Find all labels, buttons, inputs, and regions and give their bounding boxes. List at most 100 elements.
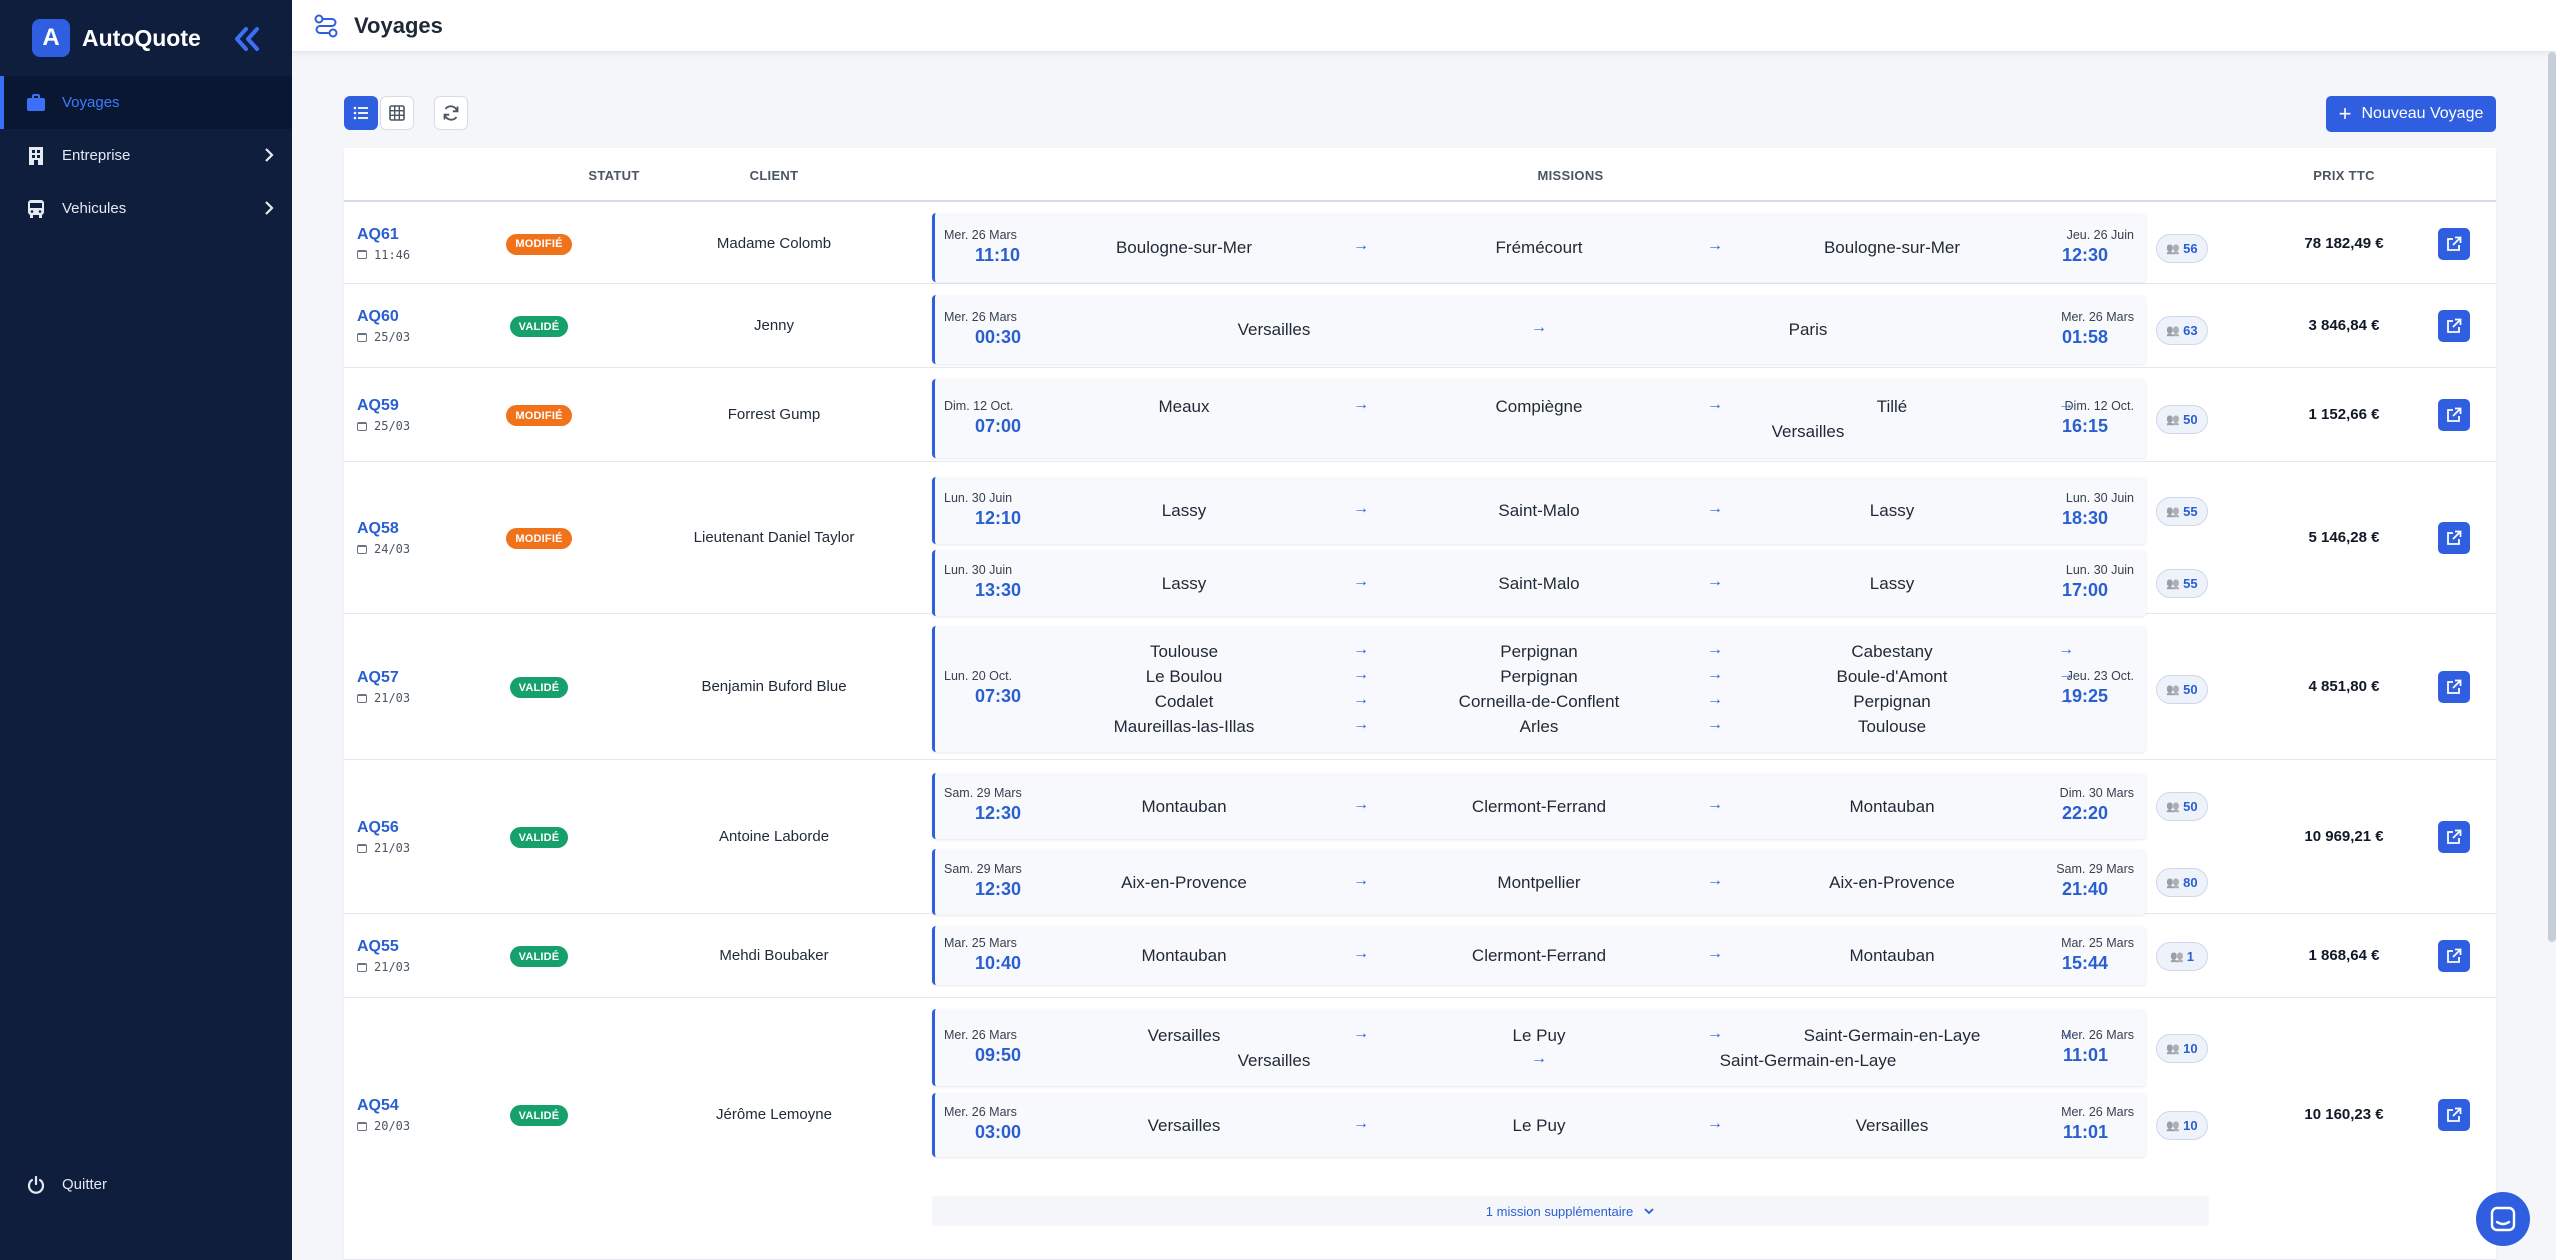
building-icon xyxy=(26,146,46,166)
price-ttc: 3 846,84 € xyxy=(2308,317,2380,334)
app-name: AutoQuote xyxy=(82,24,201,51)
open-voyage-button[interactable] xyxy=(2438,821,2470,853)
voyage-id-link[interactable]: AQ56 xyxy=(357,819,399,837)
mission-card[interactable]: Dim. 12 Oct. 07:00 Dim. 12 Oct. 16:15 Meaux →… xyxy=(932,379,2146,458)
open-voyage-button[interactable] xyxy=(2438,399,2470,431)
mission-city: Codalet xyxy=(1154,692,1214,711)
list-view-button[interactable] xyxy=(344,96,378,130)
mission-start-time: 07:00 xyxy=(975,415,1022,436)
external-link-icon xyxy=(2447,829,2462,844)
mission-end-time: 18:30 xyxy=(2061,507,2108,528)
mission-start-date: Mer. 26 Mars xyxy=(944,309,1017,324)
price-ttc: 10 160,23 € xyxy=(2304,1106,2384,1123)
voyage-created-value: 21/03 xyxy=(374,841,411,855)
open-voyage-button[interactable] xyxy=(2438,940,2470,972)
column-header-prix[interactable]: PRIX TTC xyxy=(2214,148,2474,202)
refresh-button[interactable] xyxy=(434,96,468,130)
mission-card[interactable]: Sam. 29 Mars 12:30 Dim. 30 Mars 22:20 Montau… xyxy=(932,773,2146,839)
passenger-count-value: 1 xyxy=(2186,948,2194,964)
open-voyage-button[interactable] xyxy=(2438,1099,2470,1131)
mission-card[interactable]: Mer. 26 Mars 03:00 Mer. 26 Mars 11:01 Versai… xyxy=(932,1093,2146,1157)
mission-city: Boulogne-sur-Mer xyxy=(1823,238,1961,257)
voyage-created: 21/03 xyxy=(357,960,410,974)
mission-card[interactable]: Lun. 30 Juin 13:30 Lun. 30 Juin 17:00 Lassy →… xyxy=(932,550,2146,616)
calendar-icon xyxy=(357,332,367,342)
voyage-id-link[interactable]: AQ58 xyxy=(357,520,399,538)
client-name: Benjamin Buford Blue xyxy=(701,678,847,695)
route-arrow-icon: → xyxy=(1531,319,1547,336)
sidebar-item-vehicules[interactable]: Vehicules xyxy=(0,182,292,235)
mission-card[interactable]: Mer. 26 Mars 00:30 Mer. 26 Mars 01:58 Versai… xyxy=(932,295,2146,364)
mission-end-date: Mar. 25 Mars xyxy=(2061,935,2134,950)
mission-city: Montpellier xyxy=(1497,872,1581,892)
route-arrow-icon: → xyxy=(1353,1114,1369,1132)
mission-city: Lassy xyxy=(1161,501,1207,520)
mission-card[interactable]: Sam. 29 Mars 12:30 Sam. 29 Mars 21:40 Aix-en… xyxy=(932,849,2146,915)
mission-start-time: 11:10 xyxy=(975,244,1021,265)
mission-end-date: Lun. 30 Juin xyxy=(2065,563,2134,577)
route-arrow-icon: → xyxy=(1707,871,1723,889)
passenger-count-value: 10 xyxy=(2183,1040,2198,1056)
voyage-id-link[interactable]: AQ57 xyxy=(357,669,399,687)
people-icon: 👥 xyxy=(2166,413,2181,426)
mission-card[interactable]: Mar. 25 Mars 10:40 Mar. 25 Mars 15:44 Montau… xyxy=(932,926,2146,985)
route-arrow-icon: → xyxy=(2058,641,2074,658)
grid-view-button[interactable] xyxy=(380,96,414,130)
client-name: Forrest Gump xyxy=(727,406,821,423)
double-chevron-left-icon xyxy=(235,27,259,51)
mission-city: Compiègne xyxy=(1495,396,1583,416)
status-badge: VALIDÉ xyxy=(510,827,568,848)
open-voyage-button[interactable] xyxy=(2438,310,2470,342)
mission-card[interactable]: Lun. 30 Juin 12:10 Lun. 30 Juin 18:30 Lassy →… xyxy=(932,477,2146,544)
mission-city: Perpignan xyxy=(1500,642,1578,661)
sidebar-item-entreprise[interactable]: Entreprise xyxy=(0,129,292,182)
table-row: AQ57 21/03 VALIDÉ Benjamin Buford Blue Lun. … xyxy=(344,614,2496,760)
sidebar-item-voyages[interactable]: Voyages xyxy=(0,76,292,129)
route-arrow-icon: → xyxy=(2058,666,2074,683)
mission-city: Versailles xyxy=(1771,421,1845,441)
passenger-count-value: 63 xyxy=(2183,322,2198,338)
mission-card[interactable]: Mer. 26 Mars 11:10 Jeu. 26 Juin 12:30 Boulog… xyxy=(932,213,2146,282)
chat-button[interactable] xyxy=(2476,1192,2530,1246)
collapse-sidebar-button[interactable] xyxy=(228,22,266,56)
mission-end-date: Mer. 26 Mars xyxy=(2061,309,2134,324)
mission-city: Lassy xyxy=(1869,573,1915,593)
column-header-client[interactable]: CLIENT xyxy=(644,148,904,202)
more-missions-toggle[interactable]: 1 mission supplémentaire xyxy=(932,1196,2209,1226)
mission-city: Cabestany xyxy=(1851,642,1933,661)
mission-city: Maureillas-las-Illas xyxy=(1113,717,1255,736)
quit-button[interactable]: Quitter xyxy=(0,1158,292,1211)
mission-city: Le Puy xyxy=(1512,1025,1566,1045)
mission-city: Tillé xyxy=(1876,396,1908,416)
voyage-created: 11:46 xyxy=(357,248,410,262)
mission-city: Toulouse xyxy=(1149,642,1219,661)
route-arrow-icon: → xyxy=(2058,691,2074,708)
client-name: Lieutenant Daniel Taylor xyxy=(693,529,855,546)
open-voyage-button[interactable] xyxy=(2438,671,2470,703)
voyage-id-link[interactable]: AQ55 xyxy=(357,938,399,956)
voyage-created-value: 20/03 xyxy=(374,1119,411,1133)
price-ttc: 1 152,66 € xyxy=(2308,406,2380,423)
route-arrow-icon: → xyxy=(1707,795,1723,813)
new-voyage-button[interactable]: + Nouveau Voyage xyxy=(2326,96,2496,132)
people-icon: 👥 xyxy=(2166,801,2181,813)
open-voyage-button[interactable] xyxy=(2438,522,2470,554)
passenger-count-value: 50 xyxy=(2183,682,2198,697)
voyage-id-link[interactable]: AQ61 xyxy=(357,226,399,244)
mission-card[interactable]: Lun. 20 Oct. 07:30 Jeu. 23 Oct. 19:25 Toulou… xyxy=(932,626,2146,752)
mission-start-time: 10:40 xyxy=(975,952,1022,973)
status-badge: VALIDÉ xyxy=(510,316,568,337)
voyage-id-link[interactable]: AQ60 xyxy=(357,308,399,326)
list-icon xyxy=(353,106,368,120)
mission-start-time: 00:30 xyxy=(975,326,1022,347)
calendar-icon xyxy=(357,1121,367,1131)
voyage-id-link[interactable]: AQ54 xyxy=(357,1097,399,1115)
route-arrow-icon: → xyxy=(1707,716,1723,733)
passenger-count: 👥 55 xyxy=(2156,496,2208,526)
mission-card[interactable]: Mer. 26 Mars 09:50 Mer. 26 Mars 11:01 Versai… xyxy=(932,1009,2146,1086)
open-voyage-button[interactable] xyxy=(2438,227,2470,260)
chevron-down-icon xyxy=(1644,1208,1654,1215)
route-arrow-icon: → xyxy=(1353,871,1369,889)
voyage-id-link[interactable]: AQ59 xyxy=(357,397,399,415)
page-scrollbar[interactable] xyxy=(2548,52,2556,942)
